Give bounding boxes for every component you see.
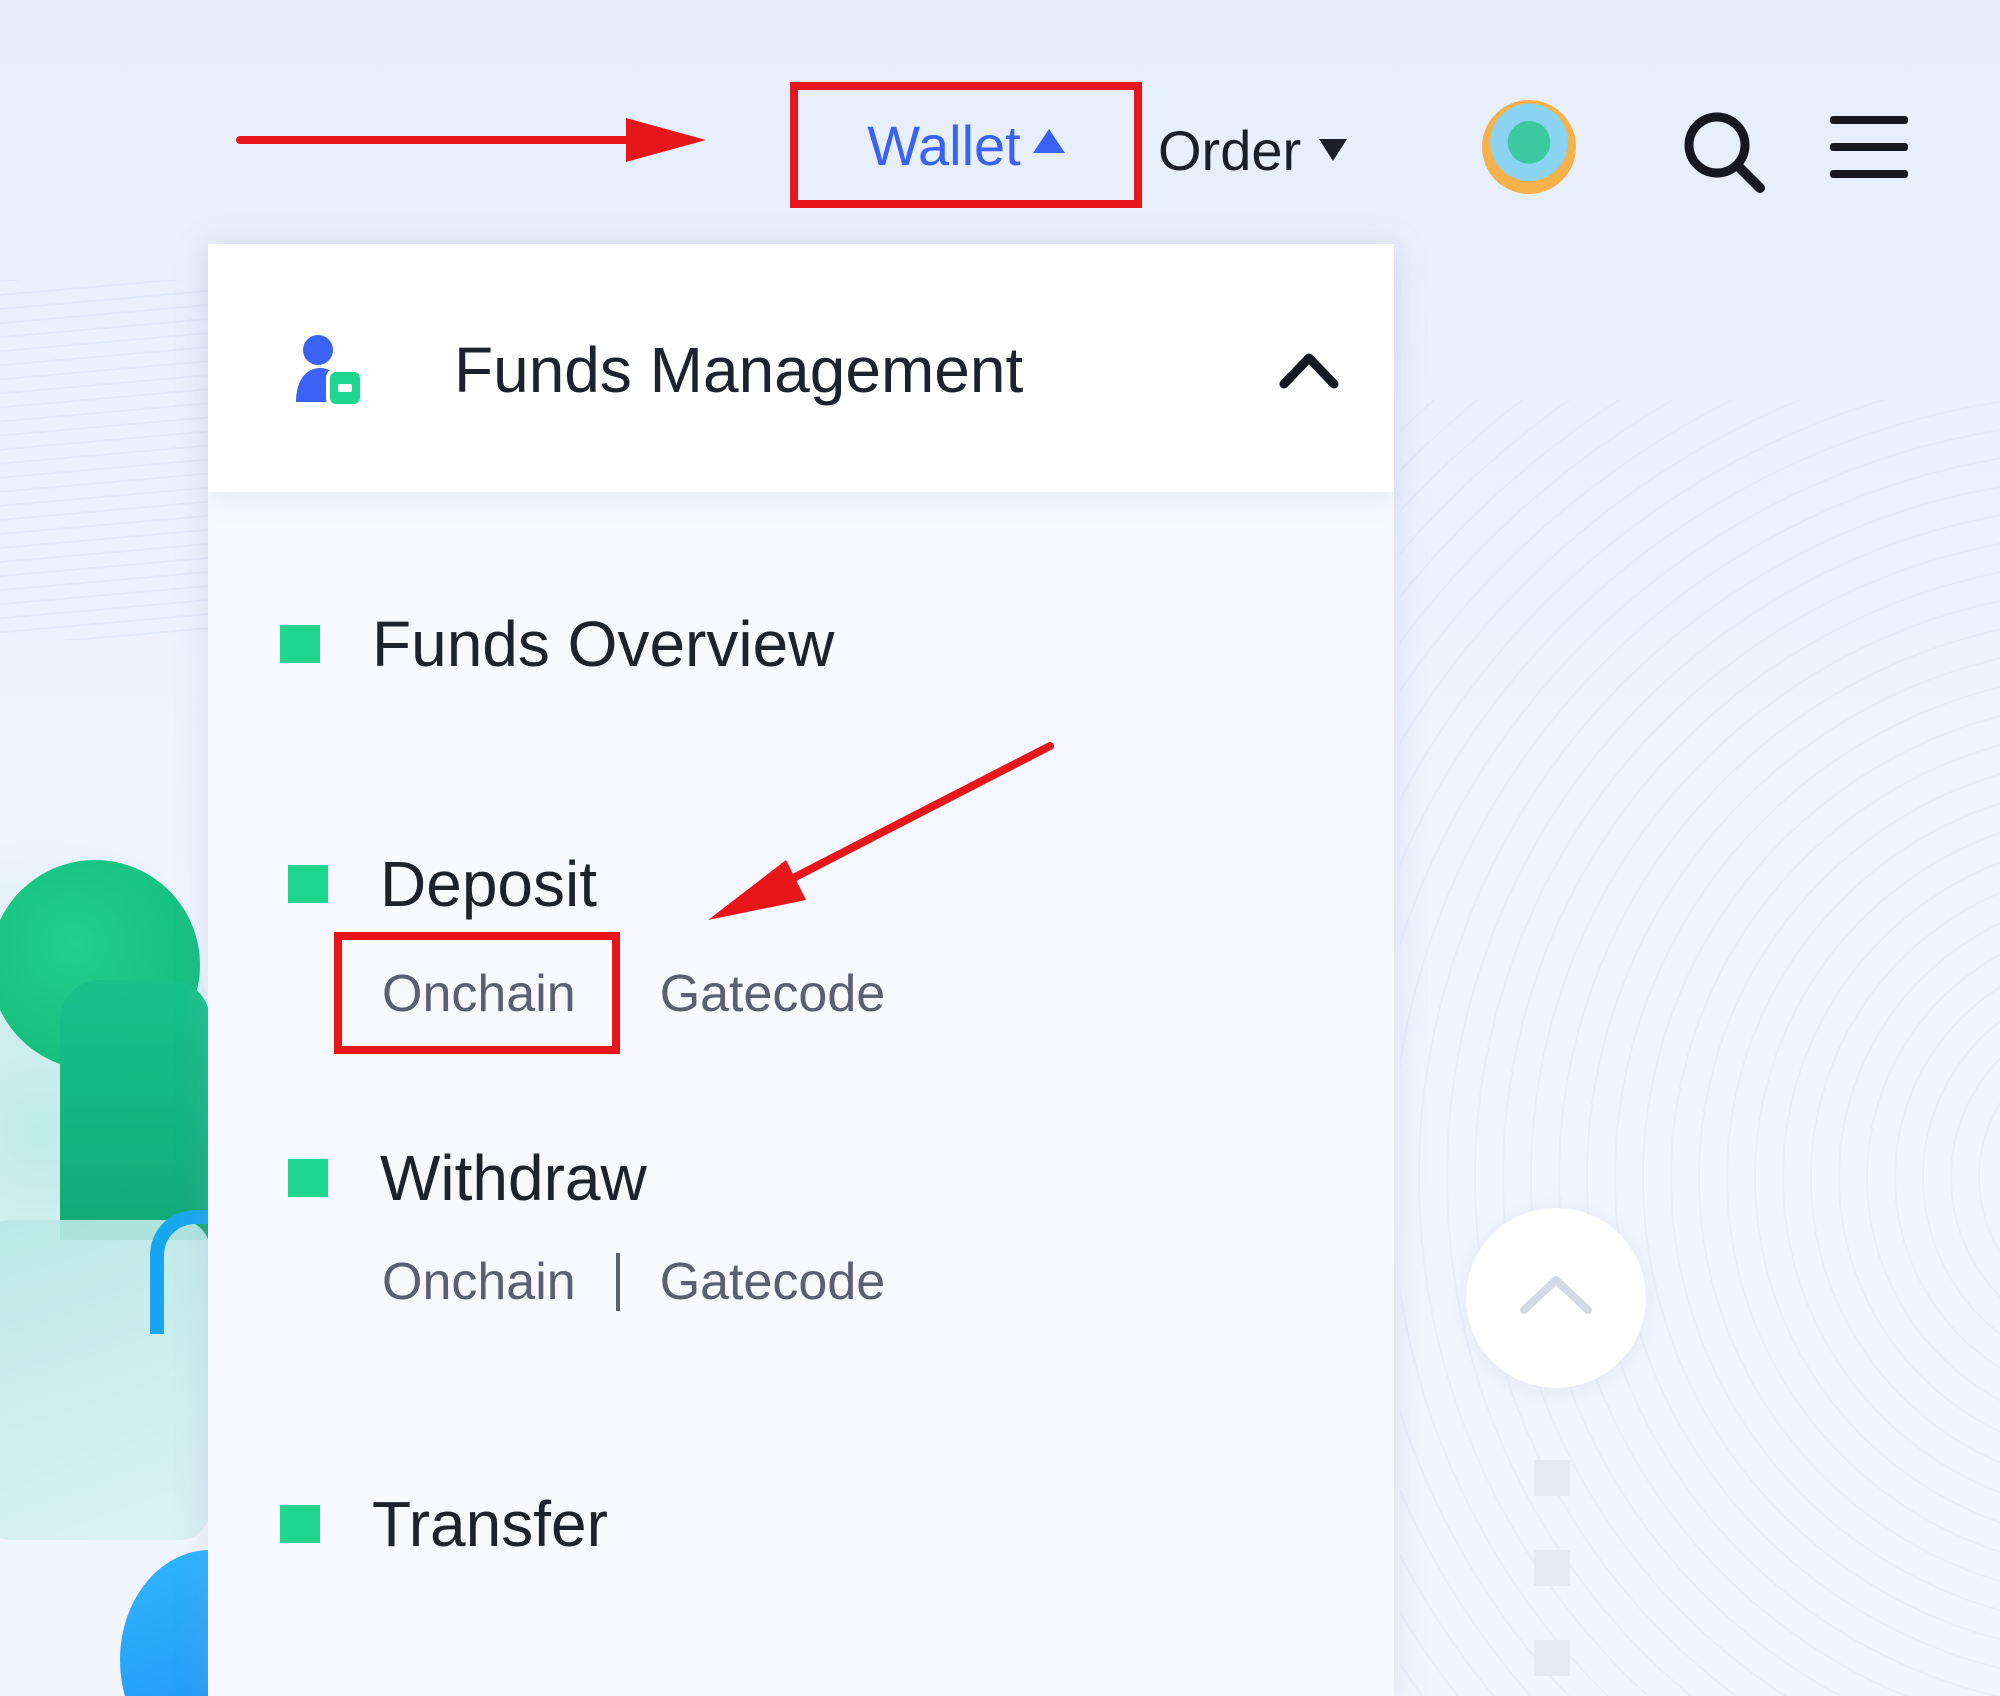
illustration-arch bbox=[150, 1210, 210, 1334]
background-arcs bbox=[1400, 400, 2000, 1696]
menu-icon[interactable] bbox=[1830, 112, 1908, 182]
user-wallet-icon bbox=[296, 335, 364, 408]
annotation-box-wallet bbox=[790, 82, 1142, 208]
withdraw-onchain-link[interactable]: Onchain bbox=[382, 1252, 576, 1312]
scroll-to-top-button[interactable] bbox=[1466, 1208, 1646, 1388]
link-separator bbox=[615, 1253, 620, 1311]
illustration-figure bbox=[60, 980, 210, 1240]
bullet-icon bbox=[288, 865, 328, 903]
pagination-dot bbox=[1534, 1550, 1570, 1586]
withdraw-links: Onchain Gatecode bbox=[382, 1248, 885, 1316]
menu-item-label: Withdraw bbox=[380, 1142, 647, 1214]
pagination-dot bbox=[1534, 1460, 1570, 1496]
nav-order-label: Order bbox=[1158, 118, 1302, 182]
pagination-dot bbox=[1534, 1640, 1570, 1676]
withdraw-gatecode-link[interactable]: Gatecode bbox=[660, 1252, 886, 1312]
deposit-gatecode-link[interactable]: Gatecode bbox=[660, 964, 886, 1024]
menu-item-transfer[interactable]: Transfer bbox=[280, 1484, 608, 1564]
bullet-icon bbox=[280, 1505, 320, 1543]
annotation-box-onchain bbox=[334, 932, 620, 1054]
funds-management-header[interactable]: Funds Management bbox=[208, 244, 1394, 492]
bullet-icon bbox=[288, 1159, 328, 1197]
illustration-blue-shape bbox=[120, 1550, 210, 1696]
menu-item-deposit: Deposit bbox=[288, 844, 597, 924]
caret-down-icon bbox=[1319, 139, 1348, 161]
menu-item-label: Deposit bbox=[380, 848, 597, 920]
nav-order[interactable]: Order bbox=[1158, 110, 1348, 190]
background-illustration bbox=[0, 780, 210, 1696]
background-lines bbox=[0, 280, 210, 640]
chevron-up-icon bbox=[1520, 1276, 1592, 1314]
panel-title: Funds Management bbox=[454, 334, 1024, 406]
menu-item-funds-overview[interactable]: Funds Overview bbox=[280, 604, 834, 684]
chevron-up-icon[interactable] bbox=[1278, 344, 1340, 392]
menu-item-label: Transfer bbox=[372, 1488, 608, 1560]
menu-item-withdraw: Withdraw bbox=[288, 1138, 647, 1218]
bullet-icon bbox=[280, 625, 320, 663]
avatar[interactable] bbox=[1482, 100, 1576, 194]
menu-item-label: Funds Overview bbox=[372, 608, 835, 680]
search-icon[interactable] bbox=[1680, 108, 1766, 194]
